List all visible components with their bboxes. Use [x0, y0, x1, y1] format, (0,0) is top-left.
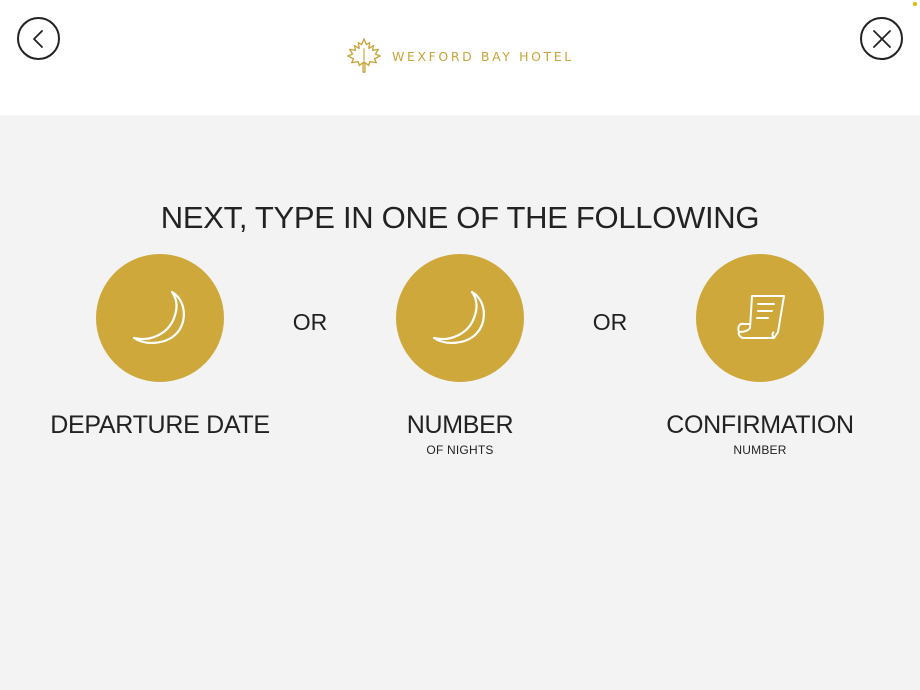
page-title: NEXT, TYPE IN ONE OF THE FOLLOWING [160, 200, 760, 235]
option-subtitle: NUMBER [733, 443, 787, 457]
option-confirmation-number[interactable]: CONFIRMATION NUMBER [640, 254, 880, 458]
option-icon-circle [96, 254, 224, 382]
close-icon [872, 29, 891, 48]
chevron-left-icon [32, 29, 43, 48]
moon-icon [432, 290, 485, 344]
option-departure-date[interactable]: DEPARTURE DATE [40, 254, 280, 442]
option-title: DEPARTURE DATE [50, 411, 270, 439]
option-number-of-nights[interactable]: NUMBER OF NIGHTS [340, 254, 580, 458]
receipt-scroll-icon [737, 295, 785, 339]
or-separator: OR [292, 309, 328, 335]
hotel-logo: WEXFORD BAY HOTEL [345, 37, 574, 75]
back-button[interactable] [17, 17, 60, 60]
option-title: CONFIRMATION [666, 411, 854, 439]
close-button[interactable] [860, 17, 903, 60]
option-subtitle: OF NIGHTS [426, 443, 494, 457]
brand-name: WEXFORD BAY HOTEL [392, 48, 574, 64]
top-bar: WEXFORD BAY HOTEL [0, 0, 920, 115]
maple-leaf-icon [347, 38, 381, 73]
or-separator: OR [592, 309, 628, 335]
status-indicator-dot [913, 2, 917, 6]
moon-icon [132, 290, 185, 344]
option-title: NUMBER [406, 411, 514, 439]
option-icon-circle [696, 254, 824, 382]
option-icon-circle [396, 254, 524, 382]
